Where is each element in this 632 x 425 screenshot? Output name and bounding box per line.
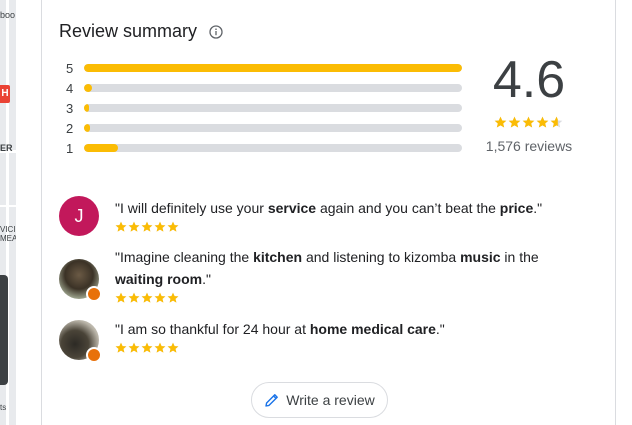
avatar[interactable] [59,320,102,363]
rating-bar-track [84,124,462,132]
review-stars [115,342,445,358]
star-icon [128,221,140,232]
rating-bar-fill [84,124,91,132]
review-text: "I am so thankful for 24 hour at home me… [115,321,445,337]
avatar[interactable] [59,259,102,302]
rating-bar-row[interactable]: 1 [66,138,464,158]
pencil-icon [264,392,280,408]
star-icon [115,342,127,353]
rating-bar-fill [84,144,119,152]
map-road [0,205,16,207]
rating-bar-label: 5 [66,60,74,76]
review-text: "I will definitely use your service agai… [115,200,543,216]
star-icon [141,342,153,353]
review-summary-title: Review summary [59,21,198,41]
star-icon [508,116,521,128]
star-icon [128,342,140,353]
rating-bar-row[interactable]: 2 [66,118,464,138]
star-icon [167,342,179,353]
rating-bar-track [84,84,462,92]
rating-bar-track [84,64,462,72]
star-icon [115,292,127,303]
map-label: ER [0,143,13,153]
average-rating-stars [474,116,584,132]
star-icon [550,116,563,128]
review-snippet[interactable]: J "I will definitely use your service ag… [59,196,542,237]
star-icon [154,221,166,232]
right-gutter [616,0,632,425]
local-guide-badge-icon [86,286,102,302]
rating-bar-row[interactable]: 3 [66,98,464,118]
star-icon [154,292,166,303]
map-zoom-control[interactable] [0,275,8,385]
rating-distribution: 5 4 3 2 1 [66,58,464,158]
star-icon [141,221,153,232]
rating-bar-row[interactable]: 4 [66,78,464,98]
star-icon [167,292,179,303]
map-label: ts [0,403,7,412]
star-icon [167,221,179,232]
map-label: VICI [0,225,16,234]
rating-bar-track [84,144,462,152]
star-icon [128,292,140,303]
star-icon [536,116,549,128]
star-icon [141,292,153,303]
review-stars [115,221,542,237]
map-label: MEA [0,234,16,243]
info-icon[interactable] [209,24,223,39]
overall-rating: 4.6 1,576 reviews [474,50,584,154]
review-summary-panel: Review summary 5 4 3 2 1 4.6 1,576 reviews J… [41,0,616,425]
rating-bar-fill [84,84,92,92]
map-label: boo [0,10,16,20]
review-count-link[interactable]: 1,576 reviews [474,138,584,154]
review-summary-header: Review summary [59,21,223,42]
star-icon [154,342,166,353]
local-guide-badge-icon [86,347,102,363]
star-icon [522,116,535,128]
review-stars [115,292,555,308]
map-pin-icon[interactable]: H [0,85,10,103]
star-icon [115,221,127,232]
rating-bar-label: 2 [66,120,74,136]
review-text: "Imagine cleaning the kitchen and listen… [115,249,539,287]
rating-bar-fill [84,104,89,112]
average-rating: 4.6 [492,51,566,109]
write-review-button[interactable]: Write a review [251,382,388,418]
review-snippet[interactable]: "I am so thankful for 24 hour at home me… [59,320,445,363]
map-strip[interactable]: boo H ER VICI MEA ts [0,0,16,425]
review-snippet[interactable]: "Imagine cleaning the kitchen and listen… [59,249,555,308]
rating-bar-track [84,104,462,112]
rating-bar-label: 3 [66,100,74,116]
rating-bar-row[interactable]: 5 [66,58,464,78]
rating-bar-fill [84,64,462,72]
avatar[interactable]: J [59,196,99,236]
rating-bar-label: 4 [66,80,74,96]
rating-bar-label: 1 [66,140,74,156]
write-review-label: Write a review [286,392,375,408]
star-icon [494,116,507,128]
